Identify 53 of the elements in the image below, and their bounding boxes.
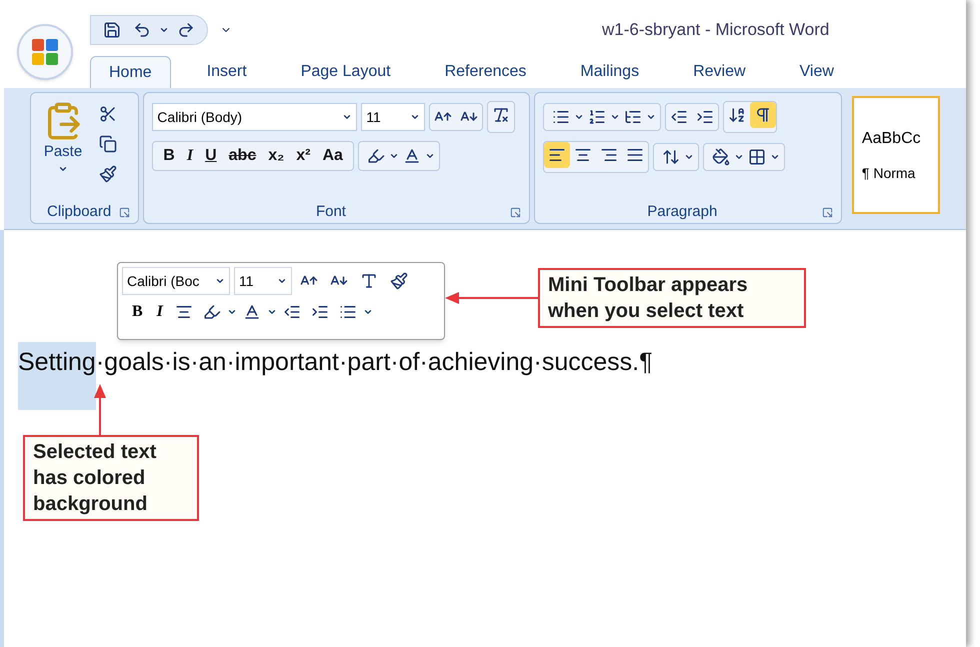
format-button[interactable]: x₂ <box>262 144 290 168</box>
style-gallery-item[interactable]: AaBbCc ¶ Norma <box>852 96 940 214</box>
group-label: Paragraph <box>646 202 718 222</box>
arrow <box>94 384 106 436</box>
caret-icon[interactable] <box>362 307 373 317</box>
font-name-field[interactable]: Calibri (Boc <box>122 267 230 295</box>
font-name-field[interactable]: Calibri (Body) <box>152 103 358 131</box>
callout: Selected text has colored background <box>23 435 199 521</box>
caret-icon[interactable] <box>684 152 694 162</box>
caret-icon[interactable] <box>215 276 225 286</box>
group-label: Clipboard <box>46 202 112 222</box>
ribbon-tab[interactable]: Mailings <box>562 56 658 88</box>
show-marks-icon[interactable] <box>750 102 776 128</box>
caret-icon[interactable] <box>226 307 237 317</box>
font-size-field[interactable]: 11 <box>361 103 426 131</box>
ribbon-tab[interactable]: Insert <box>188 56 265 88</box>
ribbon-tab[interactable]: References <box>426 56 544 88</box>
caret-icon[interactable] <box>342 112 352 122</box>
caret-icon[interactable] <box>424 151 435 161</box>
caret-icon[interactable] <box>410 112 420 122</box>
dialog-launcher-icon[interactable] <box>822 206 833 218</box>
format-button[interactable]: abc <box>222 144 262 168</box>
format-button[interactable]: Aa <box>316 144 349 168</box>
ribbon-tab[interactable]: Page Layout <box>282 56 409 88</box>
caret-icon[interactable] <box>646 112 656 122</box>
align-icon[interactable] <box>544 142 570 168</box>
caret-icon[interactable] <box>388 151 399 161</box>
format-button[interactable]: x² <box>290 144 316 168</box>
dialog-launcher-icon[interactable] <box>510 206 521 218</box>
office-logo-icon <box>30 37 60 67</box>
dialog-launcher-icon[interactable] <box>119 206 130 218</box>
caret-icon[interactable] <box>610 112 620 122</box>
font-size-field[interactable]: 11 <box>234 267 292 295</box>
caret-icon[interactable] <box>734 152 744 162</box>
caret-icon[interactable] <box>266 307 277 317</box>
format-button[interactable]: B <box>157 144 181 168</box>
caret-icon[interactable] <box>159 25 169 35</box>
bold-button[interactable]: B <box>126 300 149 324</box>
caret-icon[interactable] <box>770 152 780 162</box>
ribbon-tab[interactable]: Home <box>90 56 171 88</box>
format-button[interactable]: I <box>180 144 200 168</box>
document-paragraph: Setting·goals·is·an·important·part·of·achieving·success.¶ <box>18 342 966 410</box>
caret-icon[interactable] <box>277 276 287 286</box>
group-label: Font <box>314 202 347 222</box>
callout: Mini Toolbar appears when you select text <box>538 268 806 328</box>
ribbon-tab[interactable]: Review <box>675 56 764 88</box>
window-title: w1-6-sbryant - Microsoft Word <box>602 19 830 42</box>
office-button[interactable] <box>17 24 73 80</box>
caret-icon[interactable] <box>574 112 584 122</box>
ribbon-tab[interactable]: View <box>782 56 852 88</box>
paste-button[interactable]: Paste <box>39 101 87 187</box>
format-button[interactable]: U <box>199 144 223 168</box>
italic-button[interactable]: I <box>150 300 169 324</box>
